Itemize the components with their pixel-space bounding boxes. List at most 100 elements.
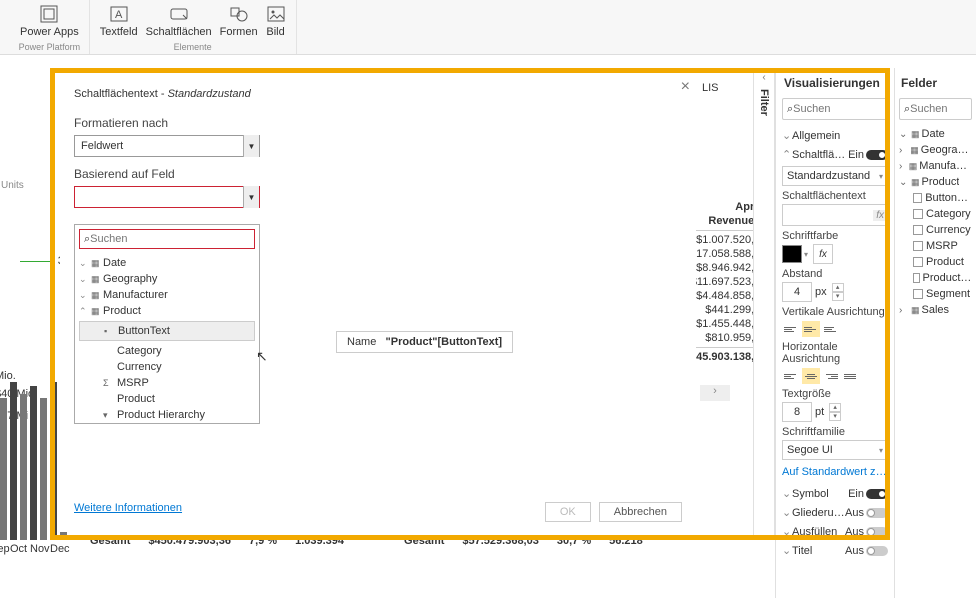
text-size-unit: pt (815, 406, 824, 418)
field-picker-search[interactable]: ⌕ (79, 229, 255, 249)
toggle-titel[interactable] (866, 546, 888, 556)
toggle-schaltfl[interactable] (866, 150, 888, 160)
valign-bottom[interactable] (822, 321, 840, 337)
section-schaltflaechentext[interactable]: ⌃Schaltfläc...Ein (782, 145, 888, 164)
fields-column[interactable]: MSRP (899, 238, 972, 254)
fields-column[interactable]: Product (899, 254, 972, 270)
ok-button[interactable]: OK (545, 502, 591, 522)
ribbon-bild[interactable]: Bild (262, 2, 290, 40)
fields-search-input[interactable] (910, 103, 967, 115)
state-select[interactable]: Standardzustand▾ (782, 166, 888, 186)
ribbon-group-power-platform: Power Apps Power Platform (10, 0, 90, 54)
ribbon-power-apps[interactable]: Power Apps (16, 2, 83, 40)
valign-middle[interactable] (802, 321, 820, 337)
ribbon-item-label: Formen (220, 26, 258, 38)
textbox-icon: A (109, 4, 129, 24)
halign-buttons (782, 368, 888, 384)
tree-leaf[interactable]: ΣMSRP (79, 375, 255, 391)
fields-search[interactable]: ⌕ (899, 98, 972, 120)
label-font-color: Schriftfarbe (782, 230, 888, 242)
pager-next[interactable]: › (700, 385, 730, 401)
label-halign: Horizontale Ausrichtung (782, 341, 888, 365)
fields-table[interactable]: ›▦Sales (899, 302, 972, 318)
fields-column[interactable]: ButtonText (899, 190, 972, 206)
tree-node[interactable]: ⌄▦Manufacturer (79, 287, 255, 303)
tree-leaf[interactable]: Product (79, 391, 255, 407)
viz-search-input[interactable] (793, 103, 883, 115)
toggle-label: Aus (845, 545, 864, 557)
toggle-label: Ein (848, 149, 864, 161)
label-spacing: Abstand (782, 268, 888, 280)
fields-column[interactable]: Category (899, 206, 972, 222)
ribbon-group-caption: Elemente (174, 42, 212, 52)
section-allgemein[interactable]: ⌄Allgemein (782, 126, 888, 145)
viz-title: Visualisierungen (782, 68, 888, 96)
toggle-fill[interactable] (866, 527, 888, 537)
text-size-stepper[interactable]: ▴▾ (829, 403, 841, 421)
tree-node[interactable]: ⌃▦Product (79, 303, 255, 319)
tree-leaf[interactable]: ▾Product Hierarchy (79, 407, 255, 423)
fields-table[interactable]: ›▦Geography (899, 142, 972, 158)
ribbon-textfeld[interactable]: A Textfeld (96, 2, 142, 40)
ribbon-item-label: Bild (266, 26, 284, 38)
section-ausfuellen[interactable]: ⌄AusfüllenAus (782, 522, 888, 541)
background-table: Apr Revenue $1.007.520,$17.058.588,$8.94… (690, 200, 754, 364)
dialog-title: Schaltflächentext - Standardzustand (74, 84, 682, 102)
more-info-link[interactable]: Weitere Informationen (74, 502, 182, 514)
viz-search[interactable]: ⌕ (782, 98, 888, 120)
shapes-icon (229, 4, 249, 24)
dialog-close-button[interactable]: × (681, 78, 690, 96)
svg-text:A: A (115, 9, 123, 21)
cancel-button[interactable]: Abbrechen (599, 502, 682, 522)
fields-column[interactable]: Product Hierarchy (899, 270, 972, 286)
halign-right[interactable] (822, 368, 840, 384)
fields-table[interactable]: ⌄▦Product (899, 174, 972, 190)
spacing-input[interactable] (782, 282, 812, 302)
label-btn-text: Schaltflächentext (782, 190, 888, 202)
ribbon-item-label: Textfeld (100, 26, 138, 38)
tree-leaf[interactable]: Currency (79, 359, 255, 375)
section-titel[interactable]: ⌄TitelAus (782, 541, 888, 560)
halign-left[interactable] (782, 368, 800, 384)
field-picker-search-input[interactable] (90, 233, 250, 245)
format-by-select[interactable]: Feldwert▼ (74, 135, 260, 157)
fields-column[interactable]: Currency (899, 222, 972, 238)
tree-leaf[interactable]: Category (79, 343, 255, 359)
visualizations-panel: Visualisierungen ⌕ ⌄Allgemein ⌃Schaltflä… (775, 68, 894, 598)
filter-rail[interactable]: ‹ Filter (753, 68, 775, 540)
conditional-format-dialog: × Schaltflächentext - Standardzustand Fo… (60, 72, 696, 532)
ribbon-formen[interactable]: Formen (216, 2, 262, 40)
reset-link[interactable]: Auf Standardwert zurüc... (782, 466, 888, 478)
font-color-swatch[interactable] (782, 245, 802, 263)
toggle-outline[interactable] (866, 508, 888, 518)
based-on-field-select[interactable]: ▼ (74, 186, 260, 208)
ribbon-schaltflaechen[interactable]: Schaltflächen (142, 2, 216, 40)
spacing-unit: px (815, 286, 827, 298)
btn-text-input[interactable]: fx (782, 204, 888, 226)
ribbon-group-elemente: A Textfeld Schaltflächen Formen Bild Elem… (90, 0, 297, 54)
section-symbol[interactable]: ⌄SymbolEin (782, 484, 888, 503)
text-size-input[interactable] (782, 402, 812, 422)
fx-button-color[interactable]: fx (813, 244, 833, 264)
label-font-family: Schriftfamilie (782, 426, 888, 438)
section-gliederung[interactable]: ⌄GliederungAus (782, 503, 888, 522)
valign-top[interactable] (782, 321, 800, 337)
tree-node[interactable]: ⌄▦Date (79, 255, 255, 271)
toggle-symbol[interactable] (866, 489, 888, 499)
fields-title: Felder (899, 68, 972, 96)
fields-column[interactable]: Segment (899, 286, 972, 302)
halign-center[interactable] (802, 368, 820, 384)
power-apps-icon (39, 4, 59, 24)
font-family-select[interactable]: Segoe UI▾ (782, 440, 888, 460)
toggle-label: Ein (848, 488, 864, 500)
fields-table[interactable]: ›▦Manufacturer (899, 158, 972, 174)
background-totals: Gesamt$450.479.903,367,9 %1.039.394 Gesa… (90, 535, 643, 547)
tree-node[interactable]: ⌄▦Geography (79, 271, 255, 287)
halign-justify[interactable] (842, 368, 860, 384)
tree-leaf[interactable]: ▪ButtonText (79, 321, 255, 341)
fields-panel: Felder ⌕ ⌄▦Date›▦Geography›▦Manufacturer… (894, 68, 976, 598)
fields-table[interactable]: ⌄▦Date (899, 126, 972, 142)
button-icon (169, 4, 189, 24)
filter-rail-label: Filter (758, 89, 770, 116)
spacing-stepper[interactable]: ▴▾ (832, 283, 844, 301)
